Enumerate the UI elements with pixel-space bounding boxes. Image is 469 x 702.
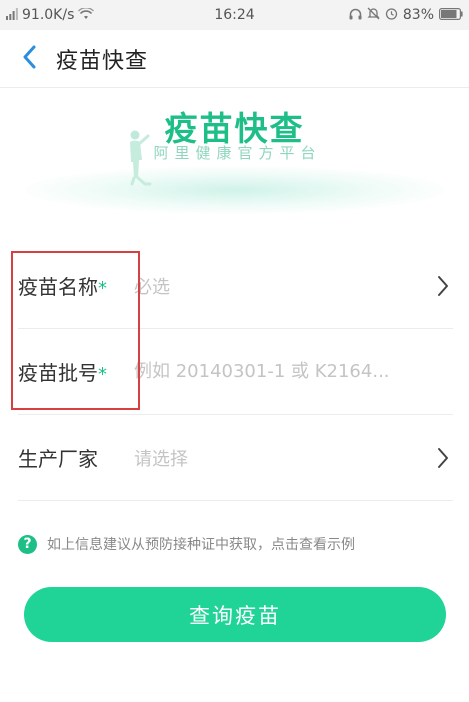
vaccine-name-select[interactable]: 必选 [134,273,433,299]
batch-number-row: 疫苗批号* [18,329,453,415]
chevron-right-icon [433,445,453,471]
signal-icon [6,7,18,23]
status-bar: 91.0K/s 16:24 83% [0,0,469,30]
alarm-icon [385,7,398,23]
batch-number-input[interactable] [134,361,453,382]
network-speed: 91.0K/s [22,7,75,23]
chevron-right-icon [433,273,453,299]
manufacturer-row[interactable]: 生产厂家 请选择 [18,415,453,501]
manufacturer-select[interactable]: 请选择 [134,445,433,471]
back-button[interactable] [14,44,44,74]
query-vaccine-label: 查询疫苗 [189,604,281,628]
required-mark: * [98,278,107,299]
battery-icon [439,7,463,23]
page-title: 疫苗快查 [56,48,149,74]
hint-text: 如上信息建议从预防接种证中获取，点击查看示例 [47,537,355,553]
query-vaccine-button[interactable]: 查询疫苗 [24,587,446,642]
status-left: 91.0K/s [6,6,95,23]
question-icon: ? [18,534,37,554]
vaccine-name-label: 疫苗名称* [18,275,107,299]
vaccine-name-row[interactable]: 疫苗名称* 必选 [18,243,453,329]
nav-bar: 疫苗快查 [0,30,469,88]
back-arrow-icon [21,45,37,73]
example-hint-link[interactable]: ? 如上信息建议从预防接种证中获取，点击查看示例 [18,534,355,554]
manufacturer-label: 生产厂家 [18,447,98,471]
hero-banner: 疫苗快查 阿里健康官方平台 [0,88,469,228]
hero-glow [25,166,445,214]
wifi-icon [78,6,95,23]
hero-subtitle: 阿里健康官方平台 [153,144,322,162]
required-mark: * [98,364,107,385]
status-right: 83% [349,7,463,23]
batch-number-label: 疫苗批号* [18,361,107,385]
mute-bell-icon [367,7,380,23]
headphones-icon [349,8,362,23]
vaccine-query-form: 疫苗名称* 必选 疫苗批号* 生产厂家 请选择 [0,243,469,501]
battery-level: 83% [402,7,434,23]
